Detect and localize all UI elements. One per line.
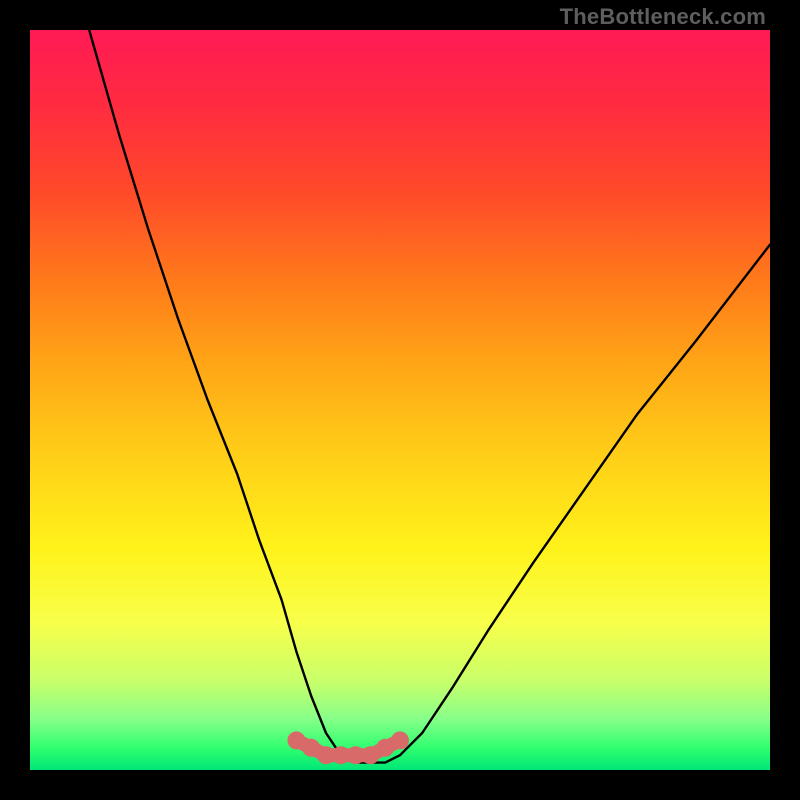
chart-overlay [30,30,770,770]
chart-frame [30,30,770,770]
flat-marker-dot [391,731,409,749]
bottleneck-curve [89,30,770,763]
attribution-watermark: TheBottleneck.com [560,4,766,30]
